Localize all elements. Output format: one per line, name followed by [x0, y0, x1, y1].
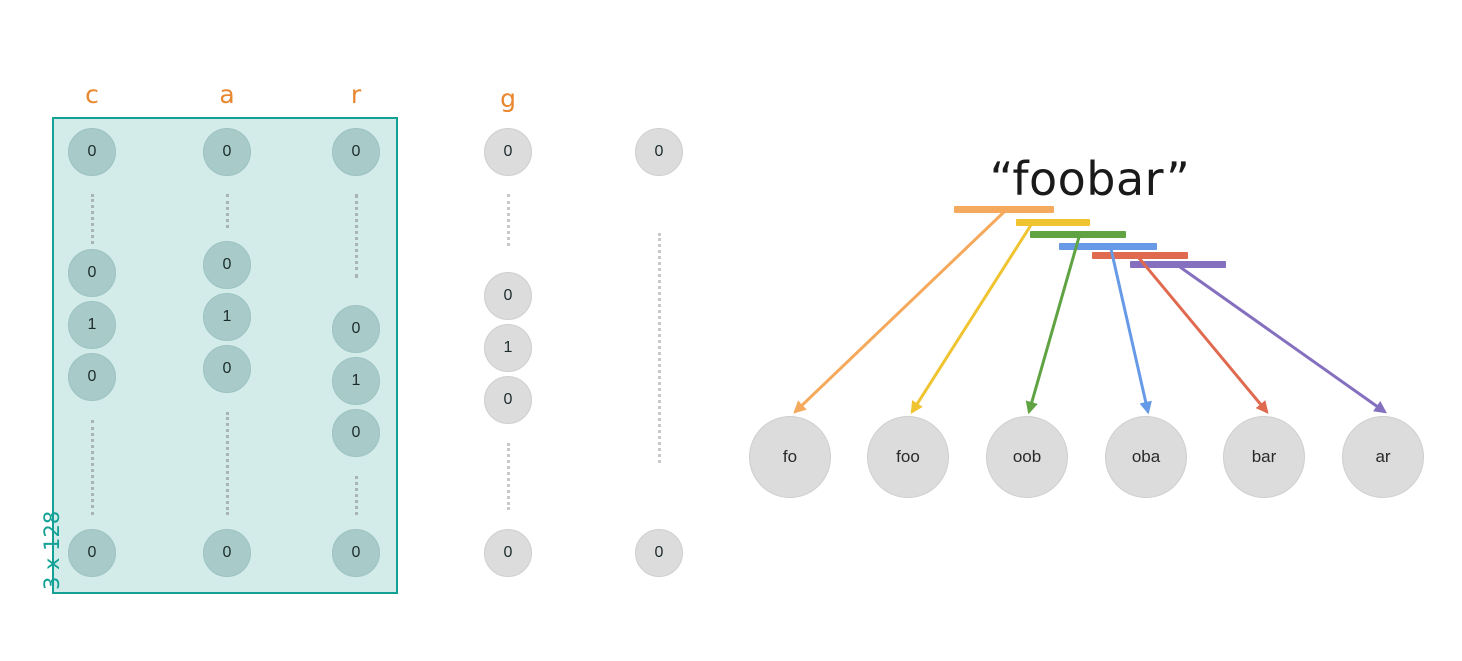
matrix-cell: 0: [203, 241, 251, 289]
ngram-node-oba: oba: [1105, 416, 1187, 498]
matrix-cell: 1: [332, 357, 380, 405]
matrix-cell: 0: [635, 128, 683, 176]
span-arrow-ar: [1179, 265, 1387, 414]
matrix-cell: 1: [68, 301, 116, 349]
ngram-node-foo: foo: [867, 416, 949, 498]
diagram-canvas: 3 x 128 c00100a00100r00100g0010000 “foob…: [0, 0, 1462, 661]
matrix-cell: 0: [203, 529, 251, 577]
matrix-cell: 0: [332, 305, 380, 353]
matrix-ellipsis: [507, 194, 513, 246]
span-arrow-oob: [1025, 236, 1081, 415]
matrix-cell: 0: [484, 128, 532, 176]
matrix-cell: 0: [68, 128, 116, 176]
span-arrow-fo: [793, 210, 1006, 414]
span-arrow-bar: [1137, 257, 1269, 414]
matrix-ellipsis: [658, 233, 664, 463]
matrix-cell: 0: [332, 409, 380, 457]
matrix-cell: 0: [68, 249, 116, 297]
matrix-cell: 0: [332, 529, 380, 577]
matrix-ellipsis: [91, 420, 97, 515]
span-arrow-foo: [910, 224, 1033, 415]
matrix-ellipsis: [226, 412, 232, 515]
matrix-ellipsis: [226, 194, 232, 228]
matrix-column-header-c: c: [85, 80, 99, 109]
matrix-ellipsis: [355, 476, 361, 515]
ngram-node-bar: bar: [1223, 416, 1305, 498]
ngram-node-fo: fo: [749, 416, 831, 498]
matrix-cell: 1: [484, 324, 532, 372]
span-arrow-oba: [1109, 248, 1152, 415]
source-word-label: “foobar”: [989, 152, 1191, 206]
span-bar-fo: [954, 206, 1054, 213]
matrix-cell: 0: [332, 128, 380, 176]
span-bar-oob: [1030, 231, 1126, 238]
matrix-cell: 0: [68, 529, 116, 577]
matrix-column-header-a: a: [219, 80, 235, 109]
span-bar-bar: [1092, 252, 1188, 259]
matrix-ellipsis: [91, 194, 97, 244]
matrix-cell: 0: [484, 529, 532, 577]
matrix-column-header-g: g: [500, 84, 516, 113]
matrix-size-label: 3 x 128: [40, 510, 64, 590]
span-bar-ar: [1130, 261, 1226, 268]
matrix-cell: 0: [203, 128, 251, 176]
matrix-column-header-r: r: [350, 80, 362, 109]
matrix-cell: 0: [203, 345, 251, 393]
matrix-cell: 0: [635, 529, 683, 577]
matrix-cell: 0: [484, 376, 532, 424]
span-bar-foo: [1016, 219, 1090, 226]
ngram-node-ar: ar: [1342, 416, 1424, 498]
matrix-cell: 0: [68, 353, 116, 401]
matrix-ellipsis: [507, 443, 513, 510]
matrix-cell: 1: [203, 293, 251, 341]
matrix-ellipsis: [355, 194, 361, 278]
span-bar-oba: [1059, 243, 1157, 250]
ngram-node-oob: oob: [986, 416, 1068, 498]
matrix-cell: 0: [484, 272, 532, 320]
